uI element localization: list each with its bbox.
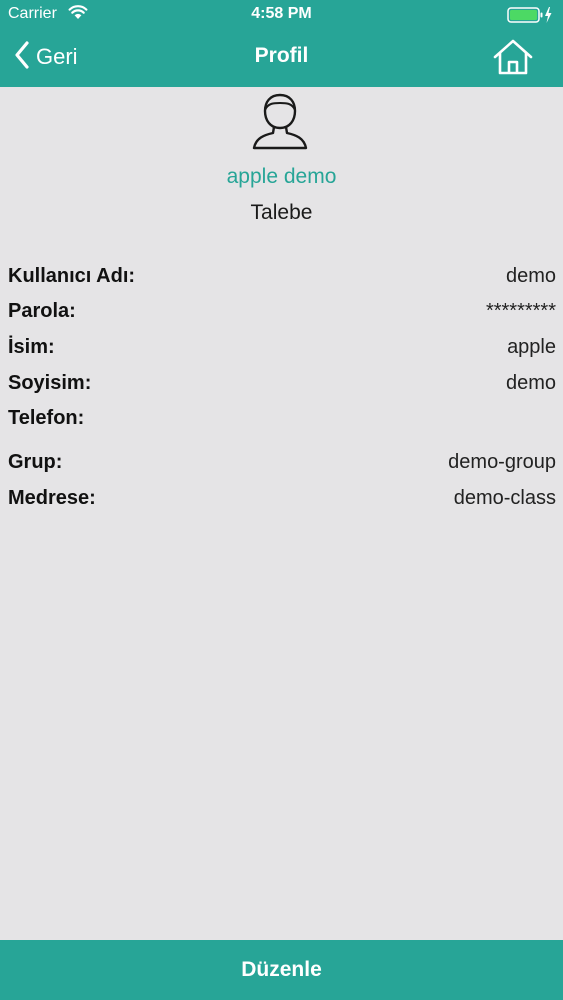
school-label: Medrese:	[8, 486, 96, 509]
info-row-password: Parola: *********	[8, 296, 556, 326]
username-label: Kullanıcı Adı:	[8, 264, 136, 287]
charging-icon	[545, 7, 552, 23]
back-button[interactable]: Geri	[14, 40, 78, 74]
info-row-username: Kullanıcı Adı: demo	[8, 261, 556, 291]
page-title: Profil	[254, 44, 309, 67]
top-bar: Carrier 4:58 PM Geri Profil	[0, 0, 563, 87]
group-value: demo-group	[448, 450, 556, 473]
battery-icon	[507, 6, 553, 29]
home-icon	[492, 39, 534, 80]
username-value: demo	[505, 264, 556, 287]
info-row-group: Grup: demo-group	[8, 447, 556, 477]
first-name-label: İsim:	[8, 335, 55, 358]
home-button[interactable]	[492, 38, 534, 81]
password-value: *********	[485, 299, 556, 322]
status-time: 4:58 PM	[251, 5, 312, 22]
last-name-value: demo	[505, 371, 556, 394]
info-row-phone: Telefon:	[8, 403, 556, 433]
user-avatar-icon	[250, 91, 310, 156]
info-row-school: Medrese: demo-class	[8, 483, 556, 513]
edit-button[interactable]: Düzenle	[0, 940, 563, 1000]
school-value: demo-class	[453, 486, 556, 509]
user-role: Talebe	[250, 201, 313, 224]
phone-label: Telefon:	[8, 406, 85, 429]
info-row-first-name: İsim: apple	[8, 332, 556, 362]
last-name-label: Soyisim:	[8, 371, 92, 394]
password-label: Parola:	[8, 299, 76, 322]
first-name-value: apple	[507, 335, 556, 358]
info-row-last-name: Soyisim: demo	[8, 368, 556, 398]
back-label: Geri	[36, 44, 78, 69]
user-full-name: apple demo	[226, 165, 337, 188]
group-label: Grup:	[8, 450, 63, 473]
status-bar: Carrier 4:58 PM	[0, 0, 563, 30]
back-chevron-icon	[14, 40, 30, 74]
